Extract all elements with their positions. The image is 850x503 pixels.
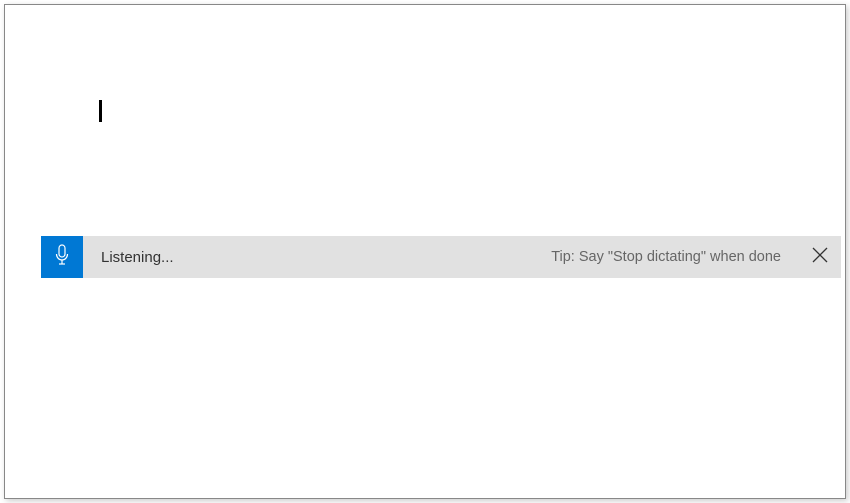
dictation-status-text: Listening... <box>101 249 174 266</box>
microphone-button[interactable] <box>41 236 83 278</box>
dictation-tip-text: Tip: Say "Stop dictating" when done <box>551 249 781 265</box>
close-button[interactable] <box>799 236 841 278</box>
close-icon <box>812 247 828 268</box>
microphone-icon <box>54 244 70 271</box>
window-frame: Listening... Tip: Say "Stop dictating" w… <box>4 4 846 499</box>
dictation-bar: Listening... Tip: Say "Stop dictating" w… <box>41 236 841 278</box>
text-cursor <box>99 100 102 122</box>
